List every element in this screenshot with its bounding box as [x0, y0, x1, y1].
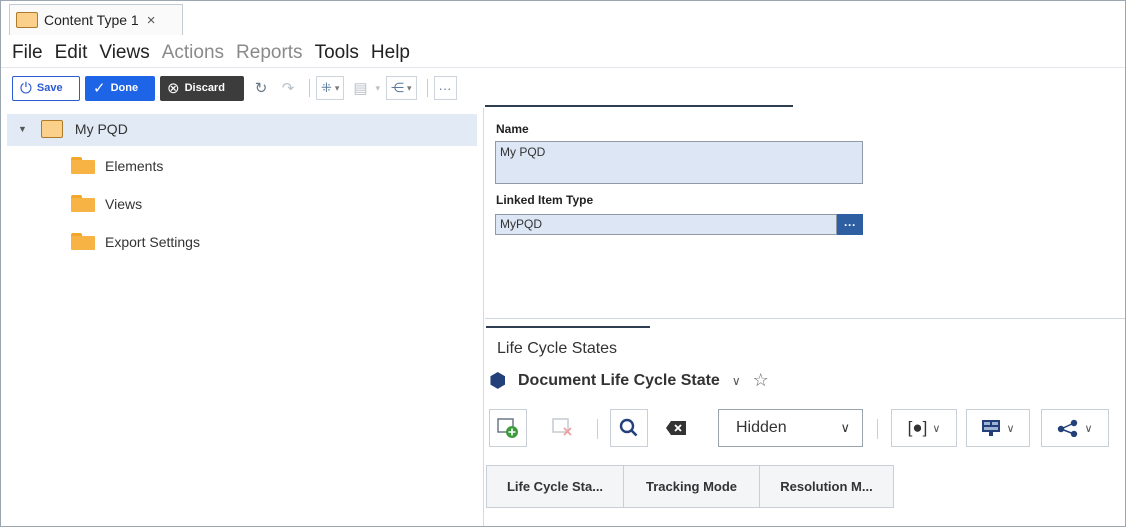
menu-actions[interactable]: Actions [162, 42, 224, 64]
backspace-icon [666, 421, 686, 435]
chevron-down-icon[interactable]: ∨ [732, 374, 741, 388]
remove-icon [552, 418, 572, 436]
name-label: Name [496, 122, 529, 136]
linked-item-type-label: Linked Item Type [496, 193, 594, 207]
refresh-icon[interactable]: ↻ [249, 76, 273, 100]
focus-menu-button[interactable]: [●] ∨ [891, 409, 957, 447]
panel-splitter[interactable] [485, 318, 1125, 319]
menu-help[interactable]: Help [371, 42, 410, 64]
chevron-down-icon: ∨ [840, 420, 850, 435]
chevron-down-icon: ▾ [375, 82, 380, 93]
redo-icon[interactable]: ↷ [276, 76, 300, 100]
more-icon: ··· [438, 80, 452, 96]
star-icon[interactable]: ☆ [753, 370, 769, 391]
visibility-select[interactable]: Hidden ∨ [718, 409, 863, 447]
tree-node-label: Elements [105, 157, 164, 174]
folder-icon [71, 195, 95, 212]
more-button[interactable]: ··· [433, 76, 457, 100]
structure-tree: ▼ My PQD Elements Views Export Settings [1, 108, 484, 526]
life-cycle-states-title: Life Cycle States [497, 340, 618, 357]
discard-label: Discard [184, 82, 225, 94]
tab-label: Content Type 1 [44, 12, 139, 28]
tree-node-label: Views [105, 195, 143, 212]
column-header-life-cycle-state[interactable]: Life Cycle Sta... [486, 465, 624, 508]
focus-icon: [●] [907, 418, 928, 437]
tab-strip: Content Type 1 × [1, 1, 1125, 38]
clear-search-button[interactable] [657, 409, 695, 447]
toolbar: ⏻ Save ✓ Done ⊗ Discard ↻ ↷ ⁜ ▾ ▤ ▾ ⋲ ▾ ··… [1, 71, 1125, 105]
power-icon: ⏻ [20, 79, 32, 97]
menu-edit[interactable]: Edit [55, 42, 88, 64]
menu-bar: File Edit Views Actions Reports Tools He… [1, 38, 1125, 68]
x-circle-icon: ⊗ [167, 80, 180, 97]
chevron-down-icon: ∨ [932, 422, 941, 435]
toolbar-separator [877, 419, 878, 439]
structure-icon: ⁜ [321, 80, 332, 95]
close-icon[interactable]: × [147, 12, 156, 29]
content-type-icon [40, 120, 63, 138]
add-row-button[interactable] [489, 409, 527, 447]
folder-icon [71, 157, 95, 174]
tree-node-elements[interactable]: Elements [71, 157, 163, 174]
hexagon-icon: ⬢ [489, 369, 507, 392]
browse-button[interactable]: ··· [837, 214, 863, 235]
toolbar-separator [426, 79, 428, 97]
section-tab-indicator [486, 326, 650, 328]
content-type-icon [16, 12, 38, 28]
share-icon: ⋲ [390, 80, 404, 95]
folder-icon [71, 233, 95, 250]
toolbar-separator [597, 419, 598, 439]
tree-node-label: Export Settings [105, 233, 200, 250]
visibility-select-value: Hidden [736, 419, 787, 436]
tree-node-export-settings[interactable]: Export Settings [71, 233, 200, 250]
menu-file[interactable]: File [12, 42, 43, 64]
document-life-cycle-state-selector[interactable]: ⬢ Document Life Cycle State ∨ ☆ [489, 370, 769, 391]
tree-node-views[interactable]: Views [71, 195, 142, 212]
display-icon [982, 420, 1001, 436]
share-menu-button[interactable]: ⋲ ▾ [385, 76, 417, 100]
chevron-down-icon: ▾ [406, 82, 412, 93]
column-header-resolution-mode[interactable]: Resolution M... [759, 465, 894, 508]
linked-item-type-field[interactable]: MyPQD [495, 214, 837, 235]
tree-node-root[interactable]: ▼ My PQD [18, 120, 128, 138]
chevron-down-icon: ∨ [1084, 422, 1093, 435]
search-button[interactable] [610, 409, 648, 447]
name-field[interactable]: My PQD [495, 141, 863, 184]
menu-reports[interactable]: Reports [236, 42, 303, 64]
add-icon [497, 418, 518, 438]
save-button[interactable]: ⏻ Save [12, 75, 80, 101]
menu-views[interactable]: Views [99, 42, 149, 64]
display-menu-button[interactable]: ∨ [966, 409, 1030, 447]
tab-content-type[interactable]: Content Type 1 × [9, 4, 183, 35]
column-header-tracking-mode[interactable]: Tracking Mode [623, 465, 760, 508]
done-button[interactable]: ✓ Done [85, 75, 155, 101]
done-label: Done [110, 82, 139, 94]
share-menu-button[interactable]: ∨ [1041, 409, 1109, 447]
clipboard-icon[interactable]: ▤ [348, 76, 372, 100]
remove-row-button[interactable] [544, 409, 582, 447]
discard-button[interactable]: ⊗ Discard [160, 75, 244, 101]
share-icon [1058, 419, 1078, 437]
check-icon: ✓ [93, 80, 106, 97]
toolbar-divider [485, 105, 793, 107]
tree-node-label: My PQD [74, 121, 128, 137]
chevron-down-icon: ▾ [334, 82, 340, 93]
search-icon [619, 418, 638, 437]
caret-down-icon[interactable]: ▼ [18, 124, 27, 134]
toolbar-separator [309, 79, 310, 97]
document-state-label: Document Life Cycle State [518, 371, 720, 389]
app-window: Content Type 1 × File Edit Views Actions… [0, 0, 1126, 527]
chevron-down-icon: ∨ [1006, 422, 1015, 435]
menu-tools[interactable]: Tools [315, 42, 359, 64]
structure-menu-button[interactable]: ⁜ ▾ [316, 76, 345, 100]
save-label: Save [36, 82, 63, 94]
